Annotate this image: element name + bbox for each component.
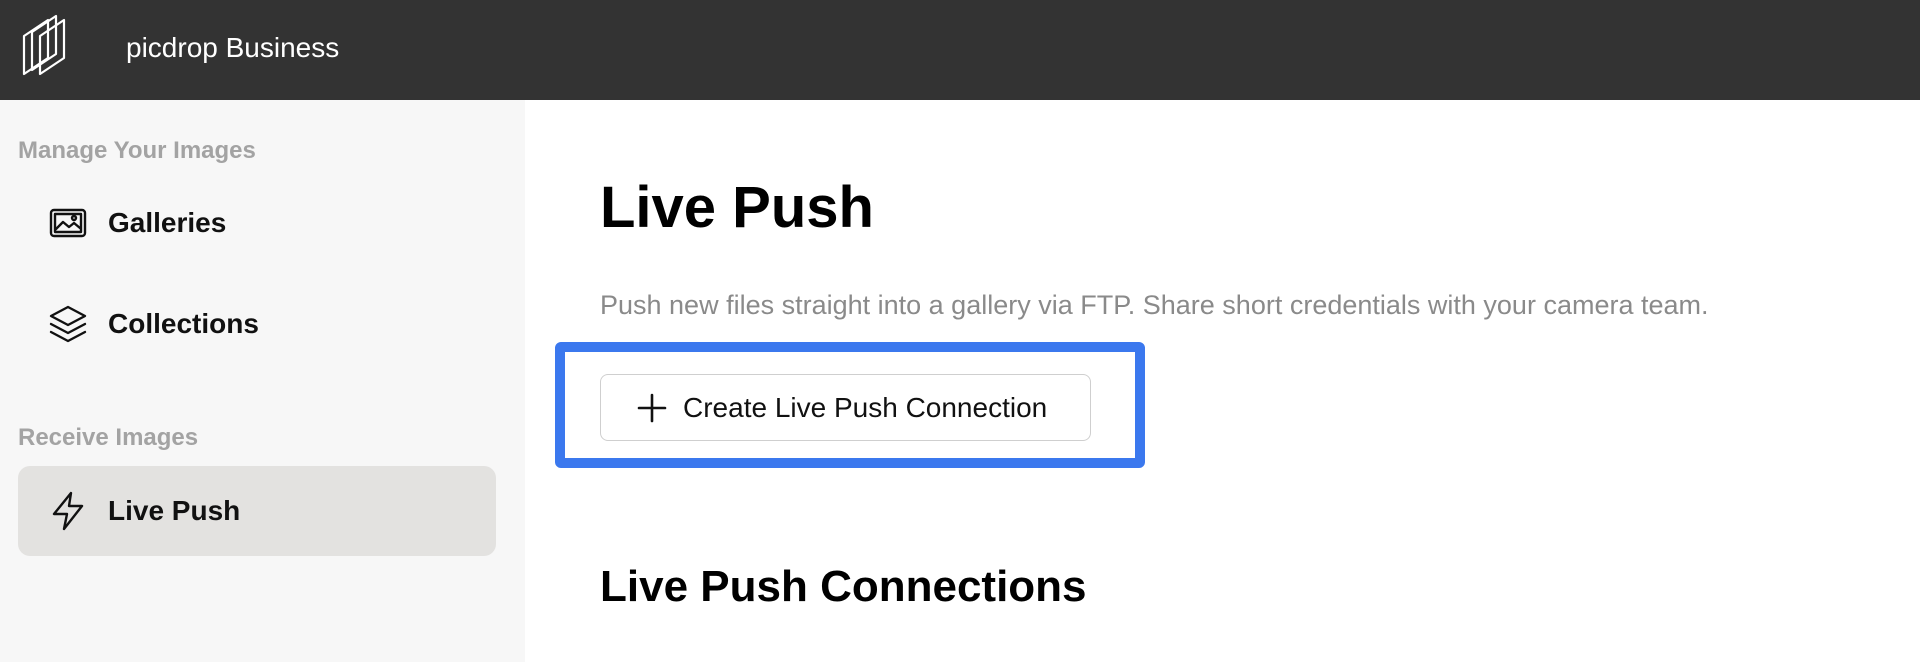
sidebar-section-receive-images: Receive Images: [18, 424, 199, 451]
sidebar: Manage Your Images Galleries Collections…: [0, 100, 525, 662]
connections-section-title: Live Push Connections: [600, 562, 1087, 611]
plus-icon: [637, 393, 667, 423]
sidebar-item-label: Galleries: [108, 207, 227, 238]
create-button-label: Create Live Push Connection: [683, 392, 1048, 423]
sidebar-item-live-push[interactable]: Live Push: [18, 466, 496, 556]
sidebar-item-collections[interactable]: Collections: [18, 279, 496, 369]
page-description: Push new files straight into a gallery v…: [600, 290, 1709, 320]
brand-name[interactable]: picdrop Business: [126, 30, 339, 66]
layers-icon: [49, 305, 87, 343]
app-window: picdrop Business Manage Your Images Gall…: [0, 0, 1920, 662]
sidebar-item-galleries[interactable]: Galleries: [18, 178, 496, 268]
sidebar-item-label: Collections: [108, 308, 259, 339]
create-live-push-connection-button[interactable]: Create Live Push Connection: [600, 374, 1091, 441]
sidebar-item-label: Live Push: [108, 495, 241, 526]
picdrop-logo-icon[interactable]: [18, 14, 78, 80]
page-title: Live Push: [600, 175, 874, 240]
lightning-icon: [52, 491, 84, 531]
gallery-icon: [49, 208, 87, 238]
top-bar: picdrop Business: [0, 0, 1920, 100]
main-content: Live Push Push new files straight into a…: [525, 100, 1920, 662]
sidebar-section-manage-images: Manage Your Images: [18, 137, 256, 164]
